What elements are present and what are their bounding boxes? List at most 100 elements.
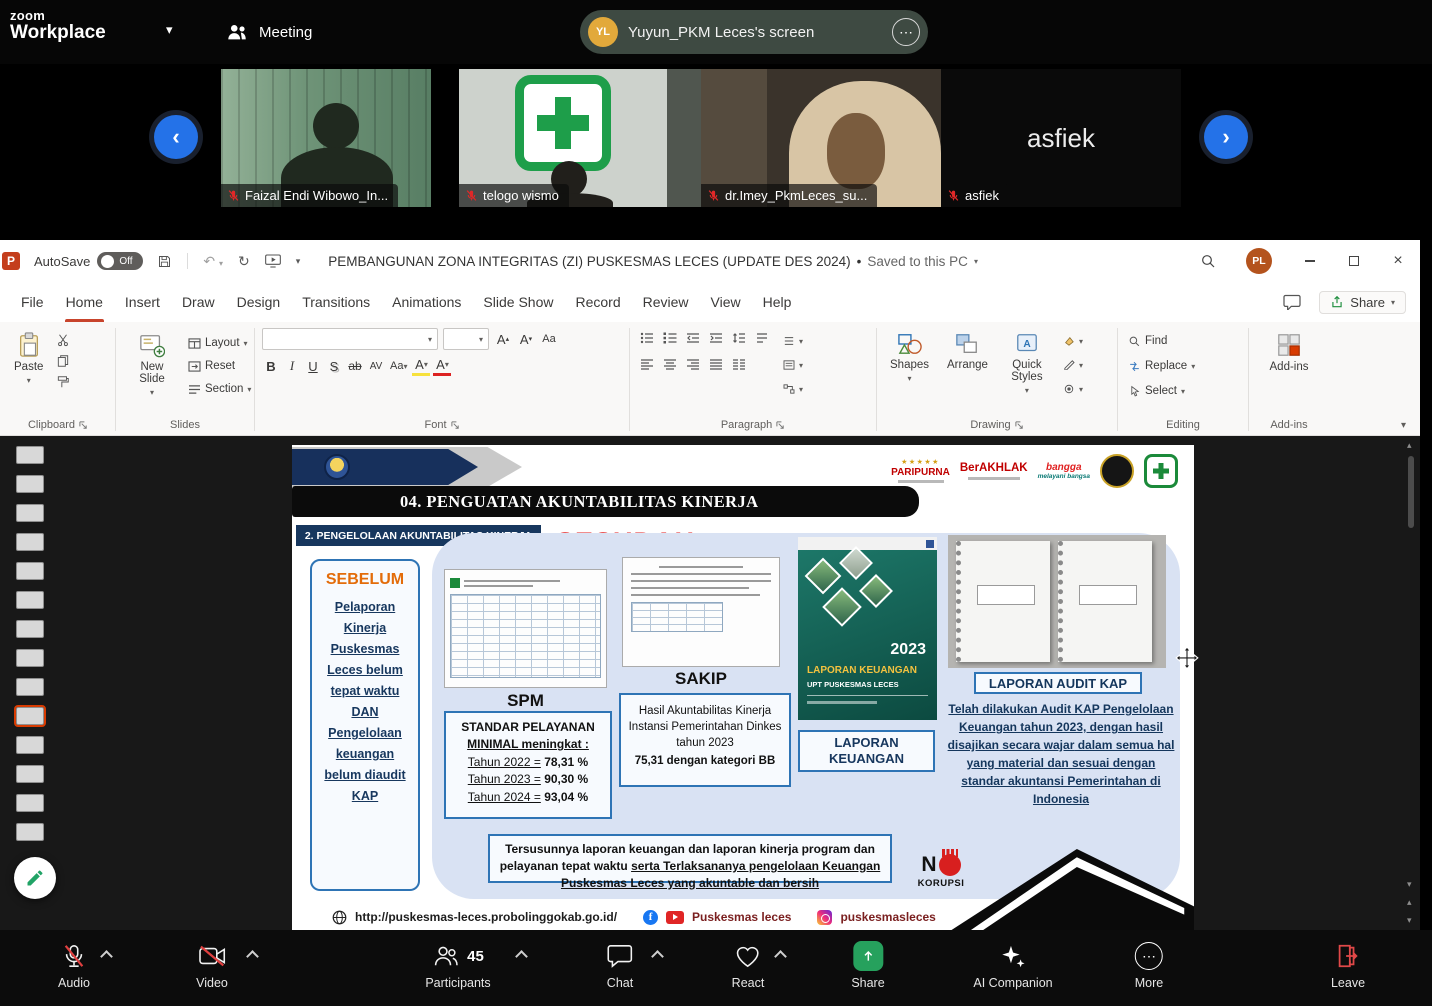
format-painter-icon[interactable] [53, 372, 73, 392]
annotate-button[interactable] [14, 857, 56, 899]
ppt-vertical-scrollbar[interactable]: ▴ ▾ ▴ ▾ [1404, 438, 1418, 926]
shapes-button[interactable]: Shapes▾ [884, 328, 935, 387]
slide-thumbnail[interactable] [16, 649, 44, 667]
dialog-launcher-icon[interactable] [79, 421, 88, 430]
slide-thumbnail[interactable] [16, 591, 44, 609]
slide-thumbnail[interactable] [16, 533, 44, 551]
previous-videos-button[interactable]: ‹ [154, 115, 198, 159]
scroll-down-icon[interactable]: ▾ [1407, 879, 1412, 890]
next-slide-icon[interactable]: ▾ [1407, 915, 1412, 926]
menu-view[interactable]: View [700, 282, 752, 322]
ai-companion-button[interactable]: AI Companion [973, 939, 1052, 990]
strikethrough-button[interactable]: ab [346, 356, 364, 376]
change-case-button[interactable]: Aa▾ [388, 356, 409, 376]
font-name-select[interactable]: ▾ [262, 328, 438, 350]
menu-transitions[interactable]: Transitions [291, 282, 381, 322]
align-left-icon[interactable] [637, 354, 657, 374]
copy-icon[interactable] [53, 351, 73, 371]
menu-insert[interactable]: Insert [114, 282, 171, 322]
underline-button[interactable]: U [304, 356, 322, 376]
next-videos-button[interactable]: › [1204, 115, 1248, 159]
participant-video-2[interactable]: telogo wismo [459, 69, 701, 207]
slide-thumbnail[interactable] [16, 475, 44, 493]
chat-button[interactable]: Chat [607, 939, 633, 990]
comments-icon[interactable] [1277, 289, 1307, 315]
dialog-launcher-icon[interactable] [776, 421, 785, 430]
more-button[interactable]: ⋯ More [1135, 939, 1163, 990]
justify-icon[interactable] [706, 354, 726, 374]
participants-button[interactable]: 45 Participants [425, 939, 490, 990]
add-ins-button[interactable]: Add-ins [1264, 328, 1315, 377]
italic-button[interactable]: I [283, 356, 301, 376]
slide-thumbnail[interactable] [16, 794, 44, 812]
menu-home[interactable]: Home [55, 282, 114, 322]
text-shadow-button[interactable]: S [325, 356, 343, 376]
customize-qat-icon[interactable]: ▾ [296, 256, 301, 267]
start-slideshow-icon[interactable] [265, 254, 281, 268]
slide-thumbnail[interactable] [16, 736, 44, 754]
shape-effects-button[interactable]: ▾ [1060, 378, 1086, 400]
section-button[interactable]: Section▾ [185, 378, 254, 400]
select-button[interactable]: Select▾ [1125, 380, 1198, 402]
menu-animations[interactable]: Animations [381, 282, 472, 322]
increase-indent-icon[interactable] [706, 328, 726, 348]
share-screen-button[interactable]: Share [851, 939, 884, 990]
close-button[interactable]: × [1376, 240, 1420, 282]
react-button[interactable]: React [732, 939, 765, 990]
slide-thumbnail[interactable] [16, 446, 44, 464]
slide-thumbnail[interactable] [16, 823, 44, 841]
slide-thumbnail-selected[interactable] [16, 707, 44, 725]
slide-thumbnail[interactable] [16, 765, 44, 783]
video-options-chevron[interactable] [246, 950, 259, 963]
line-spacing-icon[interactable] [729, 328, 749, 348]
chevron-down-icon[interactable]: ▾ [166, 22, 173, 38]
font-size-select[interactable]: ▾ [443, 328, 489, 350]
tab-meeting[interactable]: Meeting [226, 14, 312, 50]
paste-button[interactable]: Paste ▾ [8, 328, 49, 389]
replace-button[interactable]: Replace▾ [1125, 355, 1198, 377]
shape-fill-button[interactable]: ▾ [1060, 330, 1086, 352]
undo-icon[interactable]: ↶ ▾ [203, 253, 223, 270]
highlight-color-button[interactable]: A▾ [412, 356, 430, 376]
align-center-icon[interactable] [660, 354, 680, 374]
scroll-up-icon[interactable]: ▴ [1407, 440, 1412, 451]
layout-button[interactable]: Layout▾ [185, 332, 254, 354]
increase-font-icon[interactable]: A▴ [494, 329, 512, 349]
menu-slide-show[interactable]: Slide Show [472, 282, 564, 322]
chevron-down-icon[interactable]: ▾ [974, 257, 978, 266]
chat-options-chevron[interactable] [651, 950, 664, 963]
participant-video-1[interactable]: Faizal Endi Wibowo_In... [221, 69, 431, 207]
clear-formatting-icon[interactable]: Aa [540, 329, 558, 349]
text-direction-button[interactable]: ▾ [780, 330, 806, 352]
menu-review[interactable]: Review [632, 282, 700, 322]
dialog-launcher-icon[interactable] [1015, 421, 1024, 430]
reset-button[interactable]: Reset [185, 355, 254, 377]
scrollbar-thumb[interactable] [1408, 456, 1414, 528]
video-button[interactable]: Video [196, 939, 228, 990]
align-text-button[interactable]: ▾ [780, 354, 806, 376]
decrease-font-icon[interactable]: A▾ [517, 329, 535, 349]
participant-video-3[interactable]: dr.Imey_PkmLeces_su... [701, 69, 941, 207]
collapse-ribbon-icon[interactable]: ▾ [1401, 420, 1406, 431]
audio-options-chevron[interactable] [100, 950, 113, 963]
slide-canvas[interactable]: ★★★★★ PARIPURNA BerAKHLAK bangga melayan… [292, 445, 1194, 931]
redo-icon[interactable]: ↻ [238, 253, 250, 270]
account-avatar[interactable]: PL [1246, 248, 1272, 274]
font-color-button[interactable]: A▾ [433, 356, 451, 376]
saved-status[interactable]: Saved to this PC [867, 254, 968, 269]
decrease-indent-icon[interactable] [683, 328, 703, 348]
ppt-share-button[interactable]: Share ▾ [1319, 291, 1406, 314]
maximize-button[interactable] [1332, 240, 1376, 282]
menu-design[interactable]: Design [226, 282, 292, 322]
search-icon[interactable] [1186, 240, 1230, 282]
shared-screen-pill[interactable]: YL Yuyun_PKM Leces's screen ⋯ [580, 10, 928, 54]
more-options-icon[interactable]: ⋯ [892, 18, 920, 46]
character-spacing-button[interactable]: AV [367, 356, 385, 376]
menu-record[interactable]: Record [564, 282, 631, 322]
align-right-icon[interactable] [683, 354, 703, 374]
previous-slide-icon[interactable]: ▴ [1407, 897, 1412, 908]
shape-outline-button[interactable]: ▾ [1060, 354, 1086, 376]
menu-draw[interactable]: Draw [171, 282, 226, 322]
arrange-button[interactable]: Arrange [941, 328, 994, 375]
text-direction-icon[interactable] [752, 328, 772, 348]
